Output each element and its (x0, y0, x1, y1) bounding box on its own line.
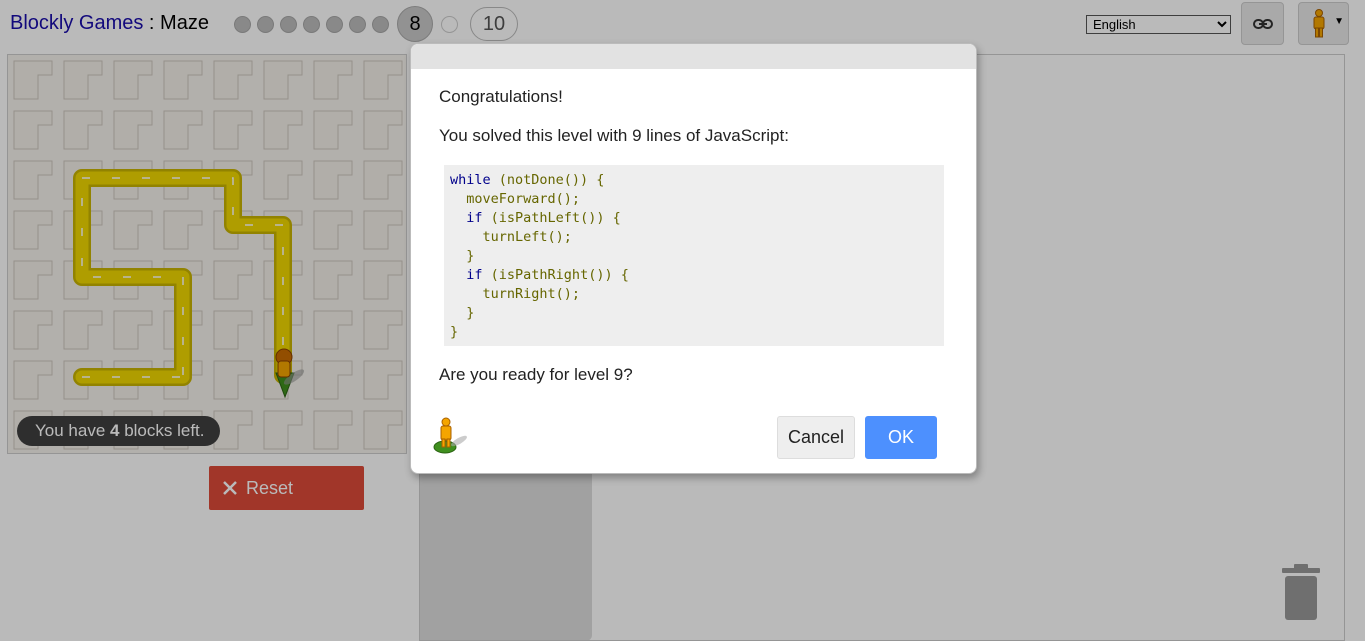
code-line: moveForward(); (450, 191, 580, 207)
code-text: } (450, 305, 475, 321)
code-text: } (450, 248, 475, 264)
code-line: turnLeft(); (450, 229, 572, 245)
code-line: turnRight(); (450, 286, 581, 302)
code-text: } (450, 324, 459, 340)
cancel-button[interactable]: Cancel (777, 416, 855, 459)
dialog-title-bar[interactable] (411, 44, 976, 69)
code-text: turnRight(); (450, 286, 581, 302)
code-line: if (isPathRight()) { (450, 267, 629, 283)
ok-button[interactable]: OK (865, 416, 937, 459)
code-line: while (notDone()) { (450, 172, 604, 188)
code-keyword: if (466, 210, 483, 226)
code-line: if (isPathLeft()) { (450, 210, 621, 226)
congrats-heading: Congratulations! (439, 87, 563, 106)
code-line: } (450, 324, 458, 340)
code-text: turnLeft(); (450, 229, 572, 245)
next-level-prompt: Are you ready for level 9? (439, 365, 633, 384)
code-text: (notDone()) { (490, 172, 605, 188)
code-keyword: while (450, 172, 491, 188)
code-text: (isPathLeft()) { (482, 210, 621, 226)
congratulations-dialog: Congratulations! You solved this level w… (410, 43, 977, 474)
javascript-code-block: while (notDone()) { moveForward(); if (i… (444, 165, 944, 346)
code-line: } (450, 248, 474, 264)
pegman-icon (433, 417, 467, 454)
code-keyword: if (466, 267, 483, 283)
code-text: (isPathRight()) { (482, 267, 629, 283)
solved-text: You solved this level with 9 lines of Ja… (439, 126, 789, 145)
code-text: moveForward(); (450, 191, 581, 207)
code-line: } (450, 305, 474, 321)
